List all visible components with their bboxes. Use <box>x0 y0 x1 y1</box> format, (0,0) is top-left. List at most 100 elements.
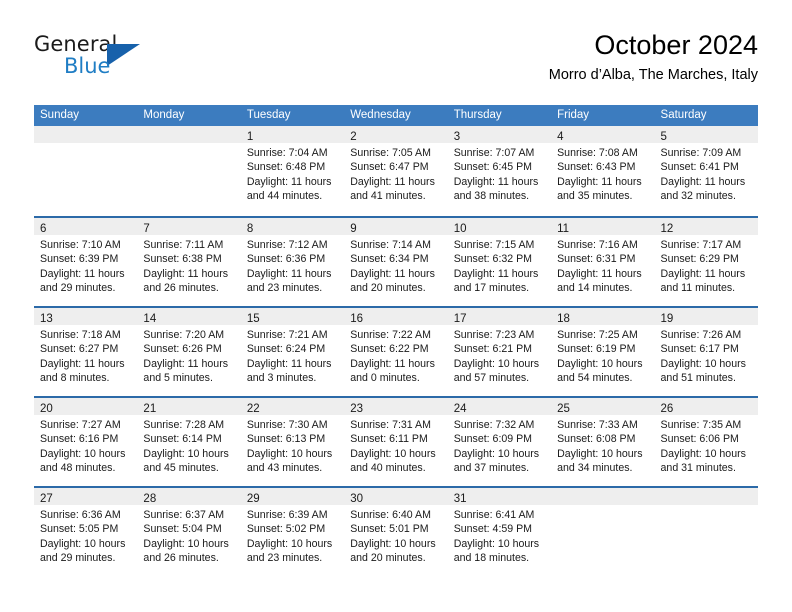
sunrise-text: Sunrise: 7:26 AM <box>660 329 742 341</box>
calendar-day-cell[interactable]: 29 Sunrise: 6:39 AM Sunset: 5:02 PM Dayligh… <box>240 486 345 576</box>
calendar-day-cell[interactable]: 16 Sunrise: 7:22 AM Sunset: 6:22 PM Dayligh… <box>344 306 448 396</box>
day-number: 7 <box>143 223 150 235</box>
day-number: 14 <box>143 313 157 325</box>
calendar-day-cell[interactable]: 27 Sunrise: 6:36 AM Sunset: 5:05 PM Dayligh… <box>34 486 138 576</box>
calendar-day-cell[interactable]: 3 Sunrise: 7:07 AM Sunset: 6:45 PM Daylight… <box>447 126 552 216</box>
calendar-day-cell[interactable]: 28 Sunrise: 6:37 AM Sunset: 5:04 PM Dayligh… <box>137 486 241 576</box>
day-number-band: 28 <box>137 488 241 505</box>
calendar-day-cell[interactable]: 8 Sunrise: 7:12 AM Sunset: 6:36 PM Daylight… <box>240 216 345 306</box>
day-number-band: 2 <box>344 126 448 143</box>
day-number: 30 <box>350 493 364 505</box>
calendar-day-cell[interactable]: 15 Sunrise: 7:21 AM Sunset: 6:24 PM Dayligh… <box>240 306 345 396</box>
day-number: 6 <box>40 223 47 235</box>
sunrise-text: Sunrise: 7:17 AM <box>660 239 742 251</box>
calendar-day-cell[interactable]: 19 Sunrise: 7:26 AM Sunset: 6:17 PM Dayligh… <box>654 306 758 396</box>
calendar-day-cell[interactable]: 5 Sunrise: 7:09 AM Sunset: 6:41 PM Daylight… <box>654 126 758 216</box>
day-number: 5 <box>660 131 667 143</box>
sunrise-text: Sunrise: 7:20 AM <box>143 329 225 341</box>
calendar-day-cell[interactable]: 13 Sunrise: 7:18 AM Sunset: 6:27 PM Dayligh… <box>34 306 138 396</box>
day-number-band: 27 <box>34 488 138 505</box>
general-blue-logo[interactable]: General Blue <box>34 32 154 86</box>
calendar-day-cell[interactable]: 24 Sunrise: 7:32 AM Sunset: 6:09 PM Dayligh… <box>447 396 552 486</box>
calendar-day-cell[interactable]: 25 Sunrise: 7:33 AM Sunset: 6:08 PM Dayligh… <box>551 396 655 486</box>
day-cell-inner: 6 Sunrise: 7:10 AM Sunset: 6:39 PM Daylight… <box>34 216 138 306</box>
calendar-day-cell[interactable]: 11 Sunrise: 7:16 AM Sunset: 6:31 PM Dayligh… <box>551 216 655 306</box>
calendar-day-cell[interactable]: 1 Sunrise: 7:04 AM Sunset: 6:48 PM Daylight… <box>240 126 345 216</box>
daylight-text: Daylight: 10 hours <box>453 447 540 460</box>
calendar-day-cell[interactable]: 6 Sunrise: 7:10 AM Sunset: 6:39 PM Daylight… <box>34 216 138 306</box>
daylight-text: Daylight: 11 hours <box>246 267 332 280</box>
calendar-day-cell[interactable]: 4 Sunrise: 7:08 AM Sunset: 6:43 PM Daylight… <box>551 126 655 216</box>
sunset-text: Sunset: 6:36 PM <box>246 253 326 266</box>
day-cell-details: Sunrise: 6:40 AM Sunset: 5:01 PM Daylight:… <box>344 505 447 566</box>
sunset-text: Sunset: 6:39 PM <box>40 253 119 266</box>
daylight-text: Daylight: 11 hours <box>40 267 125 280</box>
calendar-day-cell[interactable]: 26 Sunrise: 7:35 AM Sunset: 6:06 PM Dayligh… <box>654 396 758 486</box>
sunrise-text: Sunrise: 7:11 AM <box>143 239 224 251</box>
day-number: 4 <box>557 131 564 143</box>
day-cell-inner: 15 Sunrise: 7:21 AM Sunset: 6:24 PM Dayligh… <box>240 306 345 396</box>
day-number-band: 25 <box>551 398 655 415</box>
daylight-text-cont: and 51 minutes. <box>660 372 736 385</box>
day-cell-inner: 25 Sunrise: 7:33 AM Sunset: 6:08 PM Dayligh… <box>551 396 655 486</box>
daylight-text-cont: and 18 minutes. <box>453 552 530 565</box>
day-number: 18 <box>557 313 570 325</box>
day-number-band: 9 <box>344 218 448 235</box>
day-cell-details: Sunrise: 7:30 AM Sunset: 6:13 PM Daylight:… <box>241 415 344 476</box>
daylight-text-cont: and 11 minutes. <box>660 282 736 295</box>
weekday-header-saturday: Saturday <box>654 105 758 126</box>
daylight-text: Daylight: 11 hours <box>143 267 229 280</box>
day-number: 16 <box>350 313 364 325</box>
day-cell-details: Sunrise: 6:36 AM Sunset: 5:05 PM Daylight:… <box>34 505 137 566</box>
daylight-text-cont: and 54 minutes. <box>557 372 633 385</box>
daylight-text: Daylight: 11 hours <box>660 175 746 188</box>
day-cell-inner: 26 Sunrise: 7:35 AM Sunset: 6:06 PM Dayligh… <box>654 396 758 486</box>
day-cell-details: Sunrise: 6:39 AM Sunset: 5:02 PM Daylight:… <box>241 505 344 566</box>
day-number-band: 26 <box>654 398 758 415</box>
calendar-day-cell[interactable]: 22 Sunrise: 7:30 AM Sunset: 6:13 PM Dayligh… <box>240 396 345 486</box>
day-number-band: 12 <box>654 218 758 235</box>
calendar-day-cell[interactable]: 14 Sunrise: 7:20 AM Sunset: 6:26 PM Dayligh… <box>137 306 241 396</box>
day-cell-details: Sunrise: 7:27 AM Sunset: 6:16 PM Daylight:… <box>34 415 137 476</box>
day-cell-details: Sunrise: 7:09 AM Sunset: 6:41 PM Daylight:… <box>655 143 758 204</box>
calendar-day-cell[interactable]: 10 Sunrise: 7:15 AM Sunset: 6:32 PM Dayligh… <box>447 216 552 306</box>
day-cell-inner: 20 Sunrise: 7:27 AM Sunset: 6:16 PM Dayligh… <box>34 396 138 486</box>
calendar-day-cell[interactable]: 30 Sunrise: 6:40 AM Sunset: 5:01 PM Dayligh… <box>344 486 448 576</box>
calendar-day-cell[interactable]: 23 Sunrise: 7:31 AM Sunset: 6:11 PM Dayligh… <box>344 396 448 486</box>
calendar-day-cell[interactable]: 20 Sunrise: 7:27 AM Sunset: 6:16 PM Dayligh… <box>34 396 138 486</box>
calendar-day-cell[interactable]: 17 Sunrise: 7:23 AM Sunset: 6:21 PM Dayligh… <box>447 306 552 396</box>
calendar-day-cell[interactable]: 21 Sunrise: 7:28 AM Sunset: 6:14 PM Dayligh… <box>137 396 241 486</box>
daylight-text: Daylight: 10 hours <box>453 357 540 370</box>
calendar-day-cell[interactable]: 9 Sunrise: 7:14 AM Sunset: 6:34 PM Daylight… <box>344 216 448 306</box>
daylight-text: Daylight: 11 hours <box>660 267 746 280</box>
day-cell-inner: 5 Sunrise: 7:09 AM Sunset: 6:41 PM Daylight… <box>654 126 758 216</box>
daylight-text: Daylight: 10 hours <box>246 537 333 550</box>
daylight-text: Daylight: 10 hours <box>143 537 229 550</box>
daylight-text-cont: and 40 minutes. <box>350 462 426 475</box>
sunrise-text: Sunrise: 7:32 AM <box>453 419 535 431</box>
sunset-text: Sunset: 6:11 PM <box>350 433 428 446</box>
sunset-text: Sunset: 5:04 PM <box>143 523 222 536</box>
calendar-day-cell[interactable]: 2 Sunrise: 7:05 AM Sunset: 6:47 PM Daylight… <box>344 126 448 216</box>
calendar-day-cell[interactable]: 7 Sunrise: 7:11 AM Sunset: 6:38 PM Daylight… <box>137 216 241 306</box>
daylight-text-cont: and 37 minutes. <box>453 462 530 475</box>
sunset-text: Sunset: 6:38 PM <box>143 253 222 266</box>
weekday-header-sunday: Sunday <box>34 105 138 126</box>
daylight-text: Daylight: 11 hours <box>350 357 435 370</box>
day-cell-inner <box>551 486 655 576</box>
day-number: 31 <box>453 493 467 505</box>
calendar-day-cell[interactable]: 12 Sunrise: 7:17 AM Sunset: 6:29 PM Dayligh… <box>654 216 758 306</box>
day-number: 12 <box>660 223 674 235</box>
day-number-band: 19 <box>654 308 758 325</box>
calendar-day-cell[interactable]: 31 Sunrise: 6:41 AM Sunset: 4:59 PM Dayligh… <box>447 486 552 576</box>
day-cell-inner <box>34 126 138 216</box>
day-cell-details: Sunrise: 7:31 AM Sunset: 6:11 PM Daylight:… <box>344 415 447 476</box>
day-cell-details: Sunrise: 7:11 AM Sunset: 6:38 PM Daylight:… <box>137 235 240 296</box>
sunset-text: Sunset: 6:16 PM <box>40 433 119 446</box>
sunset-text: Sunset: 6:45 PM <box>453 161 533 174</box>
weekday-header-tuesday: Tuesday <box>240 105 345 126</box>
weekday-header-wednesday: Wednesday <box>344 105 448 126</box>
calendar-day-cell[interactable]: 18 Sunrise: 7:25 AM Sunset: 6:19 PM Dayligh… <box>551 306 655 396</box>
calendar-week-row: 1 Sunrise: 7:04 AM Sunset: 6:48 PM Daylight… <box>34 126 758 216</box>
sunrise-text: Sunrise: 7:10 AM <box>40 239 121 251</box>
